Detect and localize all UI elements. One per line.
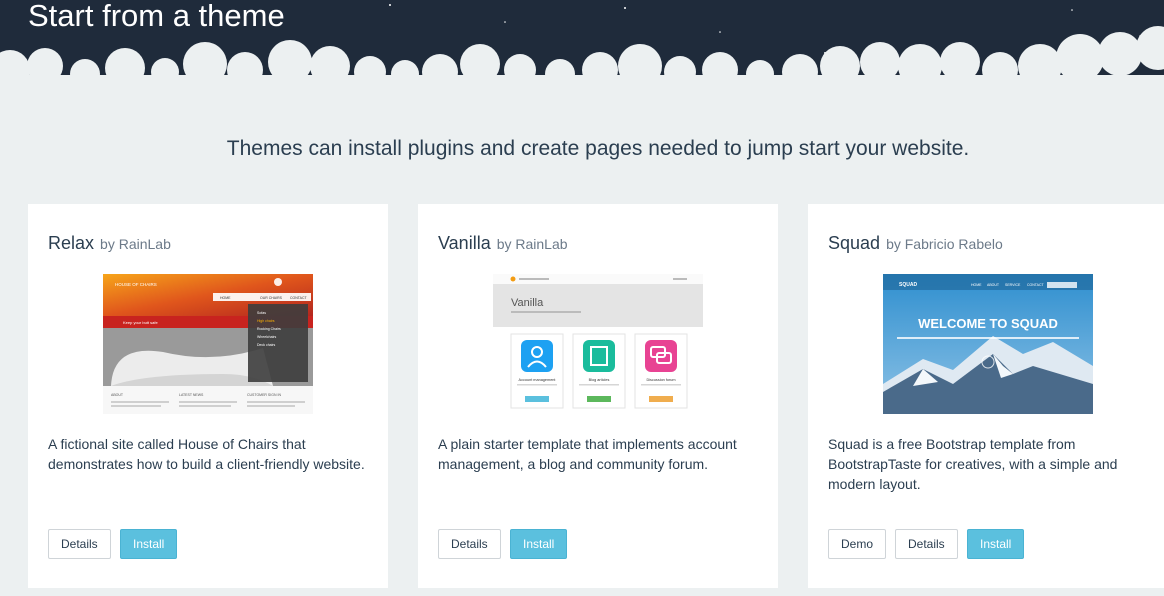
svg-text:ABOUT: ABOUT [111,393,124,397]
svg-text:WELCOME TO SQUAD: WELCOME TO SQUAD [918,316,1058,331]
install-button[interactable]: Install [120,529,178,559]
theme-thumbnail-relax[interactable]: HOUSE OF CHAIRS HOME OUR CHAIRS CONTACT … [103,274,313,414]
demo-button[interactable]: Demo [828,529,887,559]
page-subtitle: Themes can install plugins and create pa… [226,137,970,160]
svg-text:SERVICE: SERVICE [1005,283,1021,287]
theme-author: by RainLab [496,236,568,252]
theme-description: A fictional site called House of Chairs … [48,436,365,472]
svg-text:ABOUT: ABOUT [987,283,1000,287]
hero-banner: Start from a theme [0,0,1164,110]
svg-text:CONTACT: CONTACT [290,296,308,300]
theme-card-relax: Relax by RainLab HOUSE OF CHAIRS HOME OUR… [28,204,388,588]
theme-name: Squad [828,233,881,253]
theme-author: by Fabricio Rabelo [886,236,1003,252]
theme-title: Squad by Fabricio Rabelo [828,233,1003,254]
svg-text:HOUSE OF CHAIRS: HOUSE OF CHAIRS [115,282,157,287]
theme-title: Relax by RainLab [48,233,171,254]
theme-thumbnail-vanilla[interactable]: Vanilla Account management Blog articles… [493,274,703,414]
page-title: Start from a theme [28,0,285,33]
svg-text:CUSTOMER SIGN IN: CUSTOMER SIGN IN [247,393,281,397]
svg-text:OUR CHAIRS: OUR CHAIRS [260,296,283,300]
theme-card-squad: Squad by Fabricio Rabelo SQUAD HOME ABOUT… [808,204,1164,588]
svg-text:Discussion forum: Discussion forum [646,378,675,382]
theme-title: Vanilla by RainLab [438,233,568,254]
svg-text:HOME: HOME [220,296,231,300]
details-button[interactable]: Details [48,529,111,559]
svg-text:Wheelchairs: Wheelchairs [257,335,277,339]
theme-name: Vanilla [438,233,491,253]
svg-text:Blog articles: Blog articles [589,378,610,382]
svg-text:Account management: Account management [519,378,557,382]
theme-thumbnail-squad[interactable]: SQUAD HOME ABOUT SERVICE CONTACT WELCOME… [883,274,1093,414]
details-button[interactable]: Details [895,529,958,559]
theme-description: Squad is a free Bootstrap template from … [828,436,1118,492]
svg-text:Deck chairs: Deck chairs [257,343,276,347]
svg-text:Vanilla: Vanilla [511,297,544,309]
install-button[interactable]: Install [967,529,1025,559]
svg-text:Keep your butt safe: Keep your butt safe [123,320,158,325]
theme-name: Relax [48,233,95,253]
theme-description: A plain starter template that implements… [438,436,737,472]
svg-text:Rocking Chairs: Rocking Chairs [257,327,281,331]
svg-text:LATEST NEWS: LATEST NEWS [179,393,204,397]
install-button[interactable]: Install [510,529,568,559]
svg-text:High chairs: High chairs [257,319,275,323]
svg-text:SQUAD: SQUAD [899,282,917,288]
theme-card-vanilla: Vanilla by RainLab Vanilla Account manag… [418,204,778,588]
details-button[interactable]: Details [438,529,501,559]
svg-text:HOME: HOME [971,283,982,287]
svg-text:Sofas: Sofas [257,311,266,315]
svg-text:CONTACT: CONTACT [1027,283,1045,287]
theme-author: by RainLab [100,236,171,252]
